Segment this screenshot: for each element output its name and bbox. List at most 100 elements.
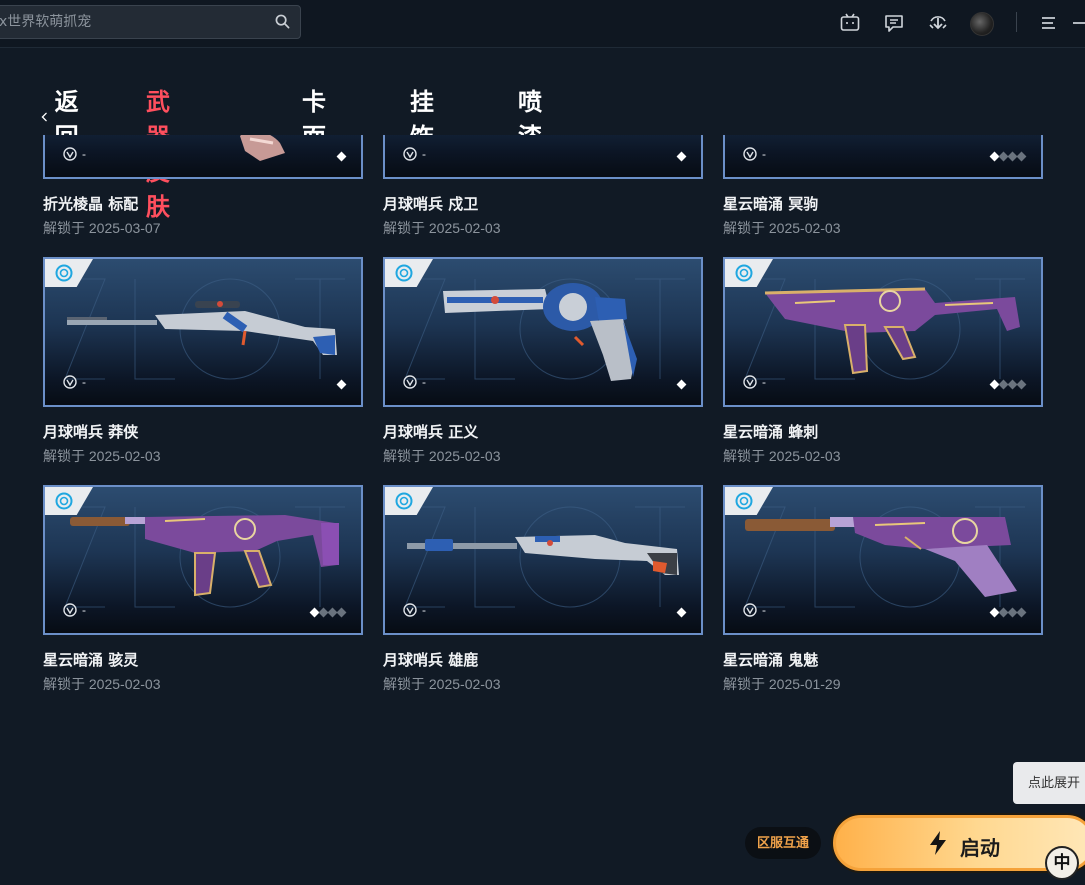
skin-card[interactable]: - 月球哨兵 莽侠 解锁于 2025-02-03 [43,257,363,466]
skin-thumbnail[interactable]: - [723,257,1043,407]
favorite-indicator: - [403,375,426,389]
skin-card[interactable]: - 星云暗涌 鬼魅 解锁于 2025-01-29 [723,485,1043,694]
rarity-indicator [676,607,687,618]
skin-thumbnail[interactable]: - [723,485,1043,635]
skin-name: 月球哨兵 正义 [383,423,479,441]
favorite-icon [63,147,77,161]
skin-name: 月球哨兵 戍卫 [383,195,479,213]
season-pass-icon [55,264,73,282]
ime-indicator[interactable]: 中 [1045,846,1079,880]
season-pass-icon [735,492,753,510]
skin-thumbnail[interactable]: - [723,135,1043,179]
skin-thumbnail[interactable]: - [383,135,703,179]
weapon-image [240,135,285,161]
search-box[interactable] [0,5,301,39]
season-pass-icon [395,264,413,282]
favorite-indicator: - [743,375,766,389]
skin-card[interactable]: - 月球哨兵 戍卫 解锁于 2025-02-03 [383,135,703,238]
minimize-icon[interactable] [1070,12,1085,34]
search-icon[interactable] [275,14,290,29]
favorite-value: - [82,603,86,617]
feedback-icon[interactable] [883,12,905,34]
skin-thumbnail[interactable]: - [383,485,703,635]
favorite-value: - [422,603,426,617]
favorite-value: - [82,147,86,161]
favorite-icon [403,603,417,617]
skin-card[interactable]: - 月球哨兵 正义 解锁于 2025-02-03 [383,257,703,466]
rarity-indicator [989,379,1027,390]
skin-name: 星云暗涌 骇灵 [43,651,139,669]
skin-card[interactable]: - 折光棱晶 标配 解锁于 2025-03-07 [43,135,363,238]
download-icon[interactable] [927,12,949,34]
skin-name: 星云暗涌 蜂刺 [723,423,819,441]
skin-name: 月球哨兵 雄鹿 [383,651,479,669]
favorite-icon [743,147,757,161]
menu-icon[interactable] [1038,12,1060,34]
unlock-date: 解锁于 2025-02-03 [723,448,841,464]
season-pass-icon [735,264,753,282]
favorite-value: - [762,375,766,389]
favorite-icon [743,375,757,389]
favorite-value: - [762,603,766,617]
favorite-indicator: - [63,375,86,389]
top-bar [0,0,1085,48]
skin-card[interactable]: - 星云暗涌 冥驹 解锁于 2025-02-03 [723,135,1043,238]
skin-thumbnail[interactable]: - [43,485,363,635]
lightning-icon [930,831,946,855]
favorite-value: - [762,147,766,161]
favorite-icon [63,375,77,389]
skin-card[interactable]: - 星云暗涌 蜂刺 解锁于 2025-02-03 [723,257,1043,466]
favorite-indicator: - [63,603,86,617]
favorite-indicator: - [403,603,426,617]
unlock-date: 解锁于 2025-02-03 [383,448,501,464]
region-crossplay-badge[interactable]: 区服互通 [745,827,821,859]
rarity-indicator [989,607,1027,618]
favorite-indicator: - [403,147,426,161]
expand-tip-button[interactable]: 点此展开 [1013,762,1085,804]
chevron-left-icon [41,112,47,122]
skin-name: 星云暗涌 冥驹 [723,195,819,213]
skin-name: 折光棱晶 标配 [43,195,139,213]
favorite-icon [403,147,417,161]
rarity-indicator [676,151,687,162]
skin-name: 星云暗涌 鬼魅 [723,651,819,669]
unlock-date: 解锁于 2025-02-03 [383,676,501,692]
unlock-date: 解锁于 2025-02-03 [383,220,501,236]
weapon-image [443,283,637,381]
skin-thumbnail[interactable]: - [43,135,363,179]
weapon-image [67,301,337,355]
favorite-value: - [422,375,426,389]
skin-card[interactable]: - 星云暗涌 骇灵 解锁于 2025-02-03 [43,485,363,694]
favorite-icon [403,375,417,389]
skin-grid: - 折光棱晶 标配 解锁于 2025-03-07 - 月球哨兵 戍卫 解锁于 2… [0,135,1085,695]
unlock-date: 解锁于 2025-02-03 [43,676,161,692]
season-pass-icon [55,492,73,510]
bilibili-tv-icon[interactable] [839,12,861,34]
rarity-indicator [676,379,687,390]
rarity-indicator [989,151,1027,162]
launch-label: 启动 [960,836,1000,860]
favorite-value: - [422,147,426,161]
user-avatar[interactable] [970,12,994,36]
favorite-value: - [82,375,86,389]
favorite-icon [63,603,77,617]
favorite-indicator: - [743,603,766,617]
favorite-icon [743,603,757,617]
favorite-indicator: - [63,147,86,161]
divider [1016,12,1017,32]
unlock-date: 解锁于 2025-02-03 [43,448,161,464]
season-pass-icon [395,492,413,510]
skin-thumbnail[interactable]: - [43,257,363,407]
skin-card[interactable]: - 月球哨兵 雄鹿 解锁于 2025-02-03 [383,485,703,694]
unlock-date: 解锁于 2025-01-29 [723,676,841,692]
rarity-indicator [336,151,347,162]
favorite-indicator: - [743,147,766,161]
unlock-date: 解锁于 2025-02-03 [723,220,841,236]
skin-name: 月球哨兵 莽侠 [43,423,139,441]
rarity-indicator [309,607,347,618]
unlock-date: 解锁于 2025-03-07 [43,220,161,236]
rarity-indicator [336,379,347,390]
search-input[interactable] [0,6,265,38]
weapon-image [407,535,679,575]
skin-thumbnail[interactable]: - [383,257,703,407]
